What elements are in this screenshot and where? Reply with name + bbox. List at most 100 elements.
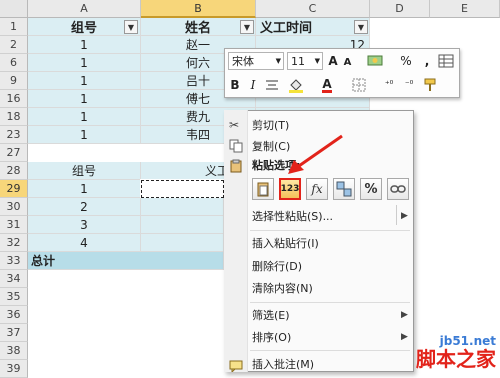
format-painter-icon [424, 78, 436, 91]
increase-decimal-icon: ⁺⁰ [384, 80, 394, 90]
paste-values-button[interactable]: 123 [279, 178, 301, 200]
comma-style-button[interactable]: , [421, 52, 433, 70]
row-header-34[interactable]: 34 [0, 270, 28, 288]
table-cell[interactable]: 1 [28, 180, 141, 198]
row-header-32[interactable]: 32 [0, 234, 28, 252]
row-header-38[interactable]: 38 [0, 342, 28, 360]
grow-font-button[interactable]: A [326, 52, 340, 70]
row-header-39[interactable]: 39 [0, 360, 28, 378]
accounting-format-button[interactable] [365, 52, 387, 70]
font-color-button[interactable]: A [316, 76, 338, 94]
row-header-31[interactable]: 31 [0, 216, 28, 234]
menu-item-clear-contents[interactable]: 清除内容(N) [252, 279, 313, 297]
paste-transpose-button[interactable] [333, 178, 355, 200]
menu-separator [250, 350, 410, 351]
select-all-corner[interactable] [0, 0, 28, 18]
row-header-16[interactable]: 16 [0, 90, 28, 108]
table-cell[interactable]: 4 [28, 234, 141, 252]
paste-values-label: 123 [280, 184, 300, 194]
table-cell[interactable] [141, 198, 224, 216]
header-hours-label: 义工时间 [260, 21, 313, 36]
filter-dropdown-icon[interactable]: ▼ [240, 20, 254, 34]
chevron-down-icon: ▼ [314, 57, 320, 65]
table-cell[interactable]: 3 [28, 216, 141, 234]
cell-b1[interactable]: 姓名 [141, 18, 256, 36]
copy-icon [229, 138, 243, 157]
menu-item-paste-special[interactable]: 选择性粘贴(S)... [252, 207, 333, 225]
font-size-select[interactable]: 11 ▼ [287, 52, 323, 70]
menu-item-filter[interactable]: 筛选(E) [252, 306, 290, 324]
table-cell[interactable]: 1 [28, 126, 141, 144]
table-cell[interactable]: 1 [28, 54, 141, 72]
row-header-23[interactable]: 23 [0, 126, 28, 144]
format-table-button[interactable] [437, 52, 455, 70]
comment-icon [229, 357, 243, 376]
row-header-36[interactable]: 36 [0, 306, 28, 324]
column-header-c[interactable]: C [256, 0, 370, 18]
cell-c1[interactable]: 义工时间 [256, 18, 370, 36]
row-header-33[interactable]: 33 [0, 252, 28, 270]
row-header-1[interactable]: 1 [0, 18, 28, 36]
red-arrow-annotation [288, 134, 343, 174]
paste-icon [257, 182, 269, 197]
row-header-27[interactable]: 27 [0, 144, 28, 162]
italic-button[interactable]: I [246, 76, 260, 94]
total-row[interactable]: 总计 [28, 252, 224, 270]
filter-active-icon[interactable]: ▼ [124, 20, 138, 34]
chevron-right-icon: ▶ [401, 211, 408, 221]
row-header-9[interactable]: 9 [0, 72, 28, 90]
row-header-30[interactable]: 30 [0, 198, 28, 216]
percent-style-button[interactable]: % [398, 52, 414, 70]
table-cell[interactable]: 1 [28, 90, 141, 108]
paste-link-button[interactable] [387, 178, 409, 200]
table-cell[interactable]: 2 [28, 198, 141, 216]
increase-decimal-button[interactable]: ⁺⁰ [380, 76, 398, 94]
clipboard-icon [229, 158, 243, 177]
table-cell[interactable]: 1 [28, 72, 141, 90]
shrink-font-button[interactable]: A [341, 53, 354, 71]
table-cell[interactable]: 1 [28, 36, 141, 54]
selected-cell-b29[interactable] [140, 179, 225, 199]
header-name-label: 姓名 [184, 21, 211, 36]
submenu-divider [396, 205, 397, 225]
decrease-decimal-button[interactable]: ⁻⁰ [400, 76, 418, 94]
row-header-29[interactable]: 29 [0, 180, 28, 198]
paste-formulas-button[interactable]: fx [306, 178, 328, 200]
format-painter-button[interactable] [422, 76, 440, 94]
scissors-icon: ✂ [229, 118, 240, 132]
paint-bucket-icon [289, 79, 303, 93]
fill-color-button[interactable] [286, 76, 308, 94]
borders-button[interactable] [350, 76, 368, 94]
column-header-d[interactable]: D [370, 0, 430, 18]
font-name-select[interactable]: 宋体 ▼ [228, 52, 284, 70]
row-header-35[interactable]: 35 [0, 288, 28, 306]
column-header-e[interactable]: E [430, 0, 500, 18]
row-header-28[interactable]: 28 [0, 162, 28, 180]
column-header-b[interactable]: B [141, 0, 256, 18]
transpose-icon [336, 181, 352, 197]
table-format-icon [438, 54, 454, 68]
row-header-37[interactable]: 37 [0, 324, 28, 342]
paste-formatting-button[interactable]: % [360, 178, 382, 200]
row-header-2[interactable]: 2 [0, 36, 28, 54]
paste-all-button[interactable] [252, 178, 274, 200]
chevron-down-icon: ▼ [275, 57, 281, 65]
filter-dropdown-icon[interactable]: ▼ [354, 20, 368, 34]
menu-item-sort[interactable]: 排序(O) [252, 328, 291, 346]
table-cell[interactable]: 1 [28, 108, 141, 126]
paste-formulas-label: fx [311, 182, 323, 196]
row-header-6[interactable]: 6 [0, 54, 28, 72]
table-cell[interactable] [141, 216, 224, 234]
bold-button[interactable]: B [228, 76, 242, 94]
font-name-value: 宋体 [232, 55, 254, 68]
menu-item-insert-comment[interactable]: 插入批注(M) [252, 355, 314, 373]
decrease-decimal-icon: ⁻⁰ [404, 80, 414, 90]
cell-a28[interactable]: 组号 [28, 162, 141, 180]
watermark: jb51.net 脚本之家 [416, 334, 496, 370]
align-center-button[interactable] [264, 76, 280, 94]
row-header-18[interactable]: 18 [0, 108, 28, 126]
table-cell[interactable] [141, 234, 224, 252]
menu-item-insert-paste-rows[interactable]: 插入粘贴行(I) [252, 234, 319, 252]
menu-item-delete-row[interactable]: 删除行(D) [252, 257, 302, 275]
column-header-a[interactable]: A [28, 0, 141, 18]
